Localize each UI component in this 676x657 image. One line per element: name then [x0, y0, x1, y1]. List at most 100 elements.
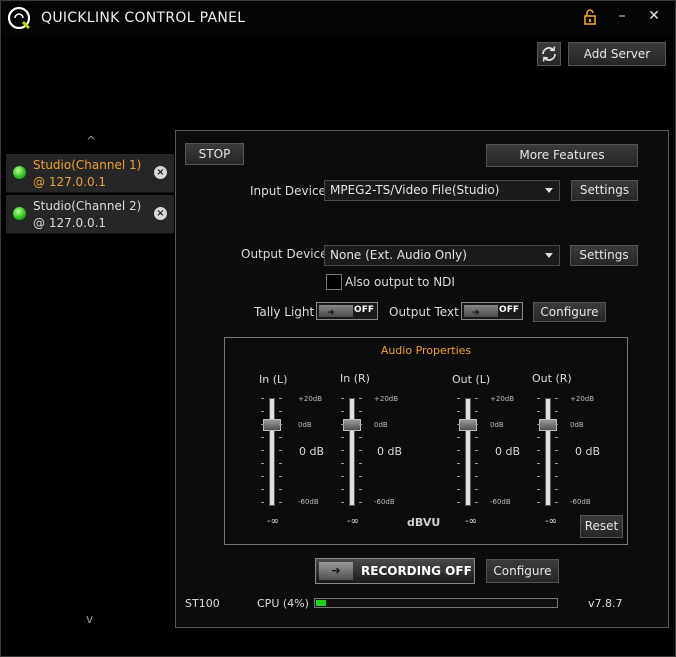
fader-tick [537, 411, 540, 412]
fader-label-in-l: In (L) [259, 373, 288, 386]
add-server-button[interactable]: Add Server [568, 42, 666, 66]
fader-label-out-r: Out (R) [532, 372, 572, 385]
fader-tick [261, 398, 264, 399]
input-settings-button[interactable]: Settings [571, 180, 638, 201]
fader-thumb-in-r[interactable] [343, 419, 361, 431]
fader-tick [341, 489, 344, 490]
tally-light-toggle[interactable]: ➔ OFF [316, 302, 378, 320]
fader-value-out-r: 0 dB [575, 445, 601, 458]
app-title: QUICKLINK CONTROL PANEL [41, 10, 246, 26]
tally-light-label: Tally Light [254, 305, 315, 319]
fader-tick [359, 489, 362, 490]
output-device-label: Output Device [241, 247, 328, 261]
audio-properties-title: Audio Properties [380, 344, 472, 357]
ndi-checkbox[interactable] [326, 274, 342, 290]
output-text-toggle[interactable]: ➔ OFF [461, 302, 523, 320]
scale-bottom: -60dB [374, 498, 395, 506]
fader-thumb-out-l[interactable] [459, 419, 477, 431]
stop-button[interactable]: STOP [185, 143, 244, 165]
fader-label-out-l: Out (L) [452, 373, 491, 386]
output-device-select[interactable]: None (Ext. Audio Only) [324, 245, 560, 266]
configure-button[interactable]: Configure [533, 302, 606, 322]
cpu-progress-bar [314, 598, 558, 608]
cpu-label: CPU (4%) [257, 597, 309, 610]
channel-item-1[interactable]: Studio(Channel 1) @ 127.0.0.1 × [6, 154, 174, 193]
fader-tick [341, 424, 344, 425]
fader-track-in-l [269, 398, 275, 506]
fader-tick [475, 450, 478, 451]
peak-in-l: -∞ [267, 516, 279, 527]
recording-configure-button[interactable]: Configure [486, 559, 559, 583]
scale-bottom: -60dB [570, 498, 591, 506]
fader-tick [537, 437, 540, 438]
fader-tick [261, 437, 264, 438]
fader-tick [359, 437, 362, 438]
recording-label: RECORDING OFF [361, 564, 472, 578]
minimize-button[interactable]: – [611, 8, 633, 28]
scale-bottom: -60dB [490, 498, 511, 506]
output-device-value: None (Ext. Audio Only) [330, 248, 467, 262]
device-model: ST100 [185, 597, 220, 610]
recording-toggle-button[interactable]: ➔ RECORDING OFF [315, 558, 475, 584]
toggle-state: OFF [354, 305, 374, 315]
fader-tick [457, 411, 460, 412]
main-window: QUICKLINK CONTROL PANEL – ✕ Add Server ^… [0, 0, 676, 657]
fader-tick [341, 450, 344, 451]
fader-tick [555, 489, 558, 490]
fader-tick [279, 398, 282, 399]
remove-channel-icon[interactable]: × [154, 166, 167, 179]
fader-tick [341, 437, 344, 438]
fader-track-in-r [349, 398, 355, 506]
channel-name: Studio(Channel 1) [33, 158, 142, 172]
fader-tick [475, 437, 478, 438]
remove-channel-icon[interactable]: × [154, 207, 167, 220]
fader-tick [537, 424, 540, 425]
input-device-select[interactable]: MPEG2-TS/Video File(Studio) [324, 180, 560, 201]
refresh-icon [542, 46, 556, 62]
fader-tick [341, 411, 344, 412]
fader-tick [555, 424, 558, 425]
fader-thumb-out-r[interactable] [539, 419, 557, 431]
more-features-button[interactable]: More Features [486, 144, 638, 167]
output-settings-button[interactable]: Settings [570, 245, 638, 266]
reset-button[interactable]: Reset [580, 515, 623, 538]
fader-thumb-in-l[interactable] [263, 419, 281, 431]
channel-name: Studio(Channel 2) [33, 199, 142, 213]
status-online-icon [13, 166, 26, 179]
cpu-progress-fill [316, 600, 326, 606]
scale-bottom: -60dB [298, 498, 319, 506]
fader-track-out-l [465, 398, 471, 506]
fader-tick [457, 450, 460, 451]
scale-top: +20dB [298, 395, 323, 403]
fader-tick [555, 398, 558, 399]
channel-ip: @ 127.0.0.1 [33, 175, 107, 189]
scale-mid: 0dB [570, 421, 584, 429]
fader-tick [279, 463, 282, 464]
fader-tick [279, 502, 282, 503]
sidebar-scroll-up[interactable]: ^ [86, 134, 96, 148]
scale-mid: 0dB [490, 421, 504, 429]
lock-icon[interactable] [579, 8, 601, 28]
chevron-down-icon [545, 253, 553, 258]
arrow-right-icon: ➔ [472, 308, 480, 318]
fader-tick [555, 502, 558, 503]
fader-tick [279, 450, 282, 451]
input-device-value: MPEG2-TS/Video File(Studio) [330, 183, 500, 197]
toggle-knob: ➔ [464, 305, 498, 318]
fader-tick [261, 502, 264, 503]
title-bar: QUICKLINK CONTROL PANEL – ✕ [1, 1, 675, 35]
chevron-down-icon [545, 188, 553, 193]
close-button[interactable]: ✕ [643, 8, 665, 28]
channel-item-2[interactable]: Studio(Channel 2) @ 127.0.0.1 × [6, 195, 174, 234]
fader-tick [475, 463, 478, 464]
fader-tick [537, 450, 540, 451]
sidebar-scroll-down[interactable]: v [86, 612, 93, 626]
audio-properties-panel: Audio Properties [224, 337, 628, 545]
fader-tick [537, 398, 540, 399]
unit-label: dBVU [407, 516, 441, 529]
peak-out-r: -∞ [545, 516, 557, 527]
fader-value-in-l: 0 dB [299, 445, 325, 458]
refresh-button[interactable] [537, 42, 561, 66]
scale-top: +20dB [490, 395, 515, 403]
version-label: v7.8.7 [588, 597, 623, 610]
